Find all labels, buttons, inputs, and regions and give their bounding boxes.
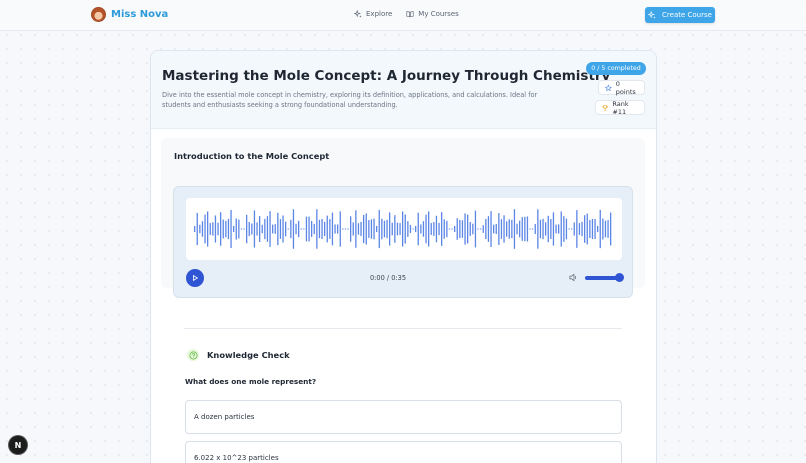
course-description: Dive into the essential mole concept in …	[162, 91, 538, 109]
brand-logo[interactable]: Miss Nova	[91, 7, 168, 22]
brand-name: Miss Nova	[111, 9, 169, 20]
play-button[interactable]	[186, 269, 204, 287]
create-course-label: Create Course	[662, 11, 712, 19]
nav-my-courses-label: My Courses	[418, 10, 459, 18]
nav-my-courses[interactable]: My Courses	[406, 10, 459, 18]
waveform[interactable]	[186, 198, 622, 260]
question-circle-icon	[187, 349, 199, 361]
top-navigation-bar: Miss Nova Explore My Courses Create Cour…	[0, 0, 806, 31]
lesson-section: Introduction to the Mole Concept 0:00 / …	[161, 138, 645, 298]
question-mark-icon	[189, 351, 197, 359]
nav-explore[interactable]: Explore	[354, 10, 392, 18]
sparkles-icon	[354, 10, 362, 18]
avatar-icon	[91, 7, 106, 22]
create-course-button[interactable]: Create Course	[645, 7, 715, 23]
star-icon	[605, 83, 612, 91]
points-badge: 0 points	[598, 79, 645, 96]
lesson-title: Introduction to the Mole Concept	[174, 151, 330, 161]
answer-option[interactable]: 6.022 x 10^23 particles	[185, 441, 622, 463]
rank-badge: Rank #11	[595, 99, 645, 116]
knowledge-check-heading: Knowledge Check	[207, 350, 290, 360]
section-divider	[184, 328, 622, 329]
sparkles-icon	[648, 11, 656, 19]
trophy-icon	[602, 104, 608, 111]
points-label: 0 points	[615, 79, 636, 96]
rank-label: Rank #11	[612, 99, 629, 116]
volume-slider-thumb[interactable]	[615, 273, 624, 282]
audio-time: 0:00 / 0:35	[369, 274, 407, 282]
main-nav: Explore My Courses	[354, 10, 459, 18]
answer-option[interactable]: A dozen particles	[185, 400, 622, 434]
waveform-bars	[194, 209, 612, 249]
volume-icon[interactable]	[569, 273, 578, 282]
course-title: Mastering the Mole Concept: A Journey Th…	[162, 68, 611, 84]
course-card: Mastering the Mole Concept: A Journey Th…	[150, 50, 657, 463]
play-icon	[193, 274, 199, 282]
course-header: Mastering the Mole Concept: A Journey Th…	[151, 51, 656, 129]
dev-tools-button[interactable]: N	[9, 436, 27, 454]
book-open-icon	[406, 11, 414, 18]
nav-explore-label: Explore	[366, 10, 393, 18]
progress-badge: 0 / 5 completed	[586, 62, 646, 75]
quiz-question: What does one mole represent?	[185, 377, 317, 386]
audio-player: 0:00 / 0:35	[173, 186, 633, 298]
